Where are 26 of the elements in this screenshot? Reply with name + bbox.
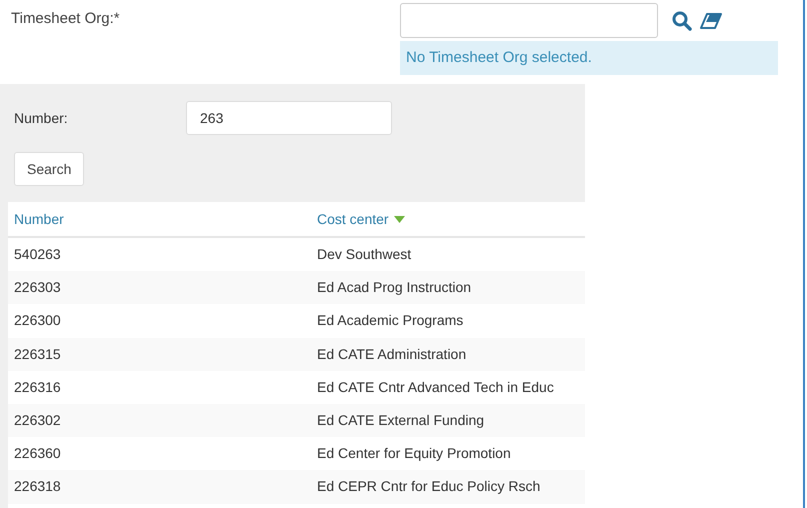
table-cell: 226302	[14, 412, 61, 428]
table-cell: Ed Acad Prog Instruction	[317, 279, 472, 296]
table-cell: 226318	[14, 478, 61, 494]
table-cell: 226316	[14, 378, 61, 395]
table-cell: Ed CATE Cntr Advanced Tech in Educ	[317, 378, 554, 395]
search-icon[interactable]	[672, 10, 692, 30]
table-cell: Ed CEPR Cntr for Educ Policy Rsch	[317, 478, 540, 494]
table-cell: Ed CATE External Funding	[317, 412, 484, 428]
table-cell: 226315	[14, 346, 61, 362]
table-cell: Ed Center for Equity Promotion	[317, 445, 511, 462]
table-cell: Ed CATE Administration	[317, 346, 466, 362]
eraser-icon[interactable]	[700, 12, 722, 28]
number-label: Number:	[14, 108, 69, 128]
table-cell: 226360	[14, 445, 61, 462]
table-cell: 226303	[14, 279, 61, 296]
column-header[interactable]: Number	[14, 208, 64, 230]
column-header[interactable]: Cost center	[317, 208, 405, 230]
table-cell: 540263	[14, 246, 61, 262]
timesheet-org-field[interactable]	[400, 3, 658, 38]
table-cell: Dev Southwest	[317, 246, 412, 262]
field-label: Timesheet Org:*	[11, 10, 120, 27]
search-button[interactable]: Search	[14, 152, 84, 186]
table-cell: 226300	[14, 312, 61, 328]
number-field[interactable]: 263	[186, 101, 392, 135]
info-message: No Timesheet Org selected.	[400, 41, 778, 75]
table-cell: Ed Academic Programs	[317, 312, 464, 328]
